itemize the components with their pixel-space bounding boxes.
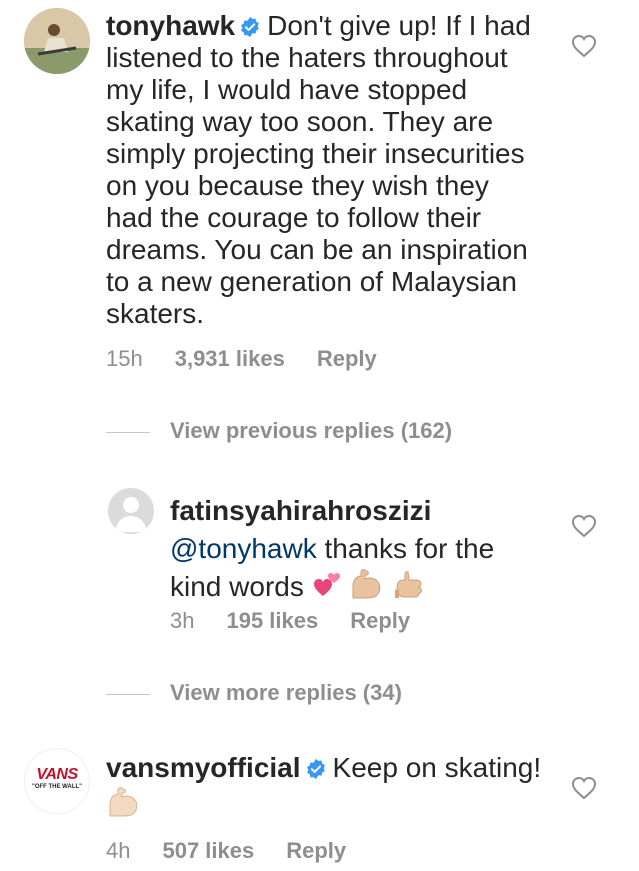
timestamp: 15h bbox=[106, 346, 143, 371]
username-link[interactable]: fatinsyahirahroszizi bbox=[170, 495, 431, 526]
username-link[interactable]: tonyhawk bbox=[106, 10, 235, 41]
avatar[interactable] bbox=[24, 8, 90, 74]
reply-fatinsyahirahroszizi: fatinsyahirahroszizi @tonyhawk thanks fo… bbox=[0, 480, 639, 640]
vans-logo: VANS "OFF THE WALL" bbox=[25, 767, 89, 791]
reply-button[interactable]: Reply bbox=[286, 838, 346, 863]
comment-body: Don't give up! If I had listened to the … bbox=[106, 10, 531, 329]
comment-vansmyofficial: VANS "OFF THE WALL" vansmyofficial Keep o… bbox=[0, 740, 639, 871]
verified-badge-icon bbox=[306, 758, 325, 780]
comment-meta: 3h 195 likes Reply bbox=[170, 608, 442, 634]
avatar-photo-icon bbox=[24, 8, 90, 74]
flexed-biceps-icon bbox=[352, 569, 381, 599]
comment-body: Keep on skating! bbox=[332, 752, 542, 783]
timestamp: 4h bbox=[106, 838, 131, 863]
view-more-replies[interactable]: View more replies (34) bbox=[106, 680, 402, 706]
like-heart-icon[interactable] bbox=[571, 34, 597, 58]
comment-text: tonyhawk Don't give up! If I had listened… bbox=[106, 10, 536, 330]
view-previous-replies[interactable]: View previous replies (162) bbox=[106, 418, 452, 444]
two-hearts-icon bbox=[313, 573, 340, 596]
flexed-biceps-icon bbox=[109, 787, 138, 817]
like-heart-icon[interactable] bbox=[571, 776, 597, 800]
vans-tagline: "OFF THE WALL" bbox=[31, 784, 82, 790]
default-avatar-icon bbox=[108, 488, 154, 534]
comment-tonyhawk: tonyhawk Don't give up! If I had listened… bbox=[0, 0, 639, 380]
verified-badge-icon bbox=[241, 16, 260, 38]
avatar[interactable] bbox=[108, 488, 154, 534]
reply-button[interactable]: Reply bbox=[317, 346, 377, 371]
comment-meta: 15h 3,931 likes Reply bbox=[106, 346, 409, 372]
call-me-hand-icon bbox=[395, 571, 423, 598]
username-link[interactable]: vansmyofficial bbox=[106, 752, 301, 783]
avatar[interactable]: VANS "OFF THE WALL" bbox=[24, 748, 90, 814]
vans-logo-text: VANS bbox=[36, 766, 78, 783]
comment-meta: 4h 507 likes Reply bbox=[106, 838, 378, 864]
divider-dash bbox=[106, 693, 150, 695]
likes-count[interactable]: 3,931 likes bbox=[175, 346, 285, 371]
reply-button[interactable]: Reply bbox=[350, 608, 410, 633]
comment-text: vansmyofficial Keep on skating! bbox=[106, 750, 546, 823]
comment-text: fatinsyahirahroszizi @tonyhawk thanks fo… bbox=[170, 492, 550, 606]
like-heart-icon[interactable] bbox=[571, 514, 597, 538]
timestamp: 3h bbox=[170, 608, 195, 633]
likes-count[interactable]: 507 likes bbox=[162, 838, 254, 863]
divider-dash bbox=[106, 431, 150, 433]
likes-count[interactable]: 195 likes bbox=[226, 608, 318, 633]
mention-link[interactable]: @tonyhawk bbox=[170, 533, 317, 564]
